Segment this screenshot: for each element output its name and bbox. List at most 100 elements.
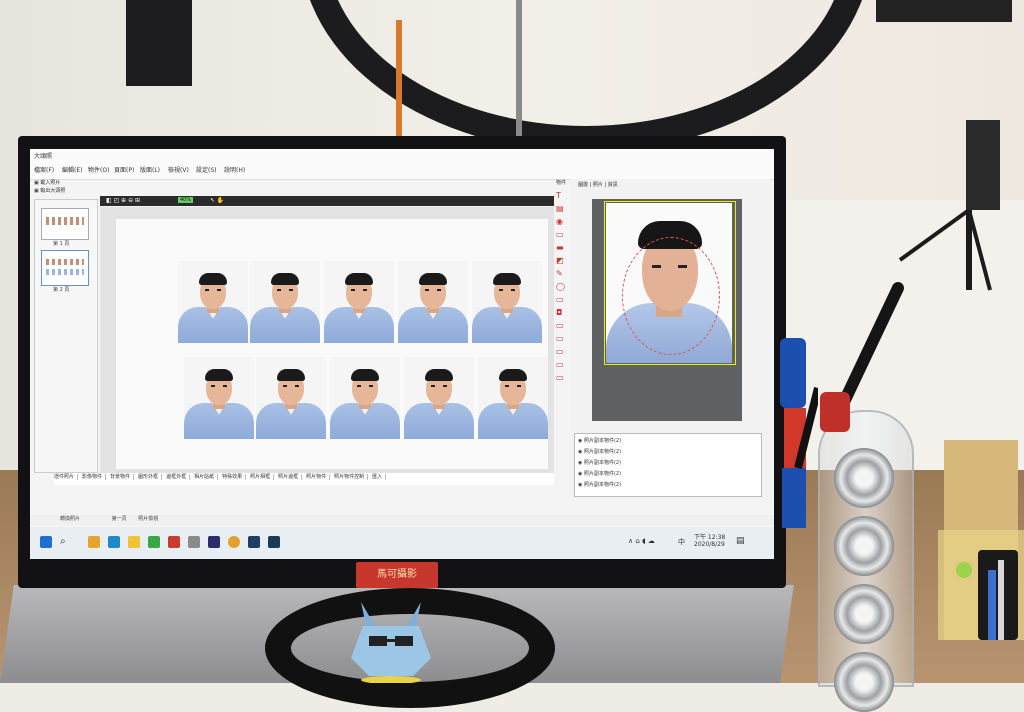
camera-lens-stand bbox=[820, 282, 904, 432]
layer-item[interactable]: ◉ 照片副本物件(2) bbox=[578, 459, 758, 470]
menu-page[interactable]: 頁面(P) bbox=[114, 165, 134, 174]
after-effects-icon[interactable] bbox=[208, 536, 220, 548]
bottom-tab[interactable]: 照片物件控制 bbox=[334, 474, 369, 480]
bottom-tab[interactable]: 照片邊框 bbox=[278, 474, 303, 480]
menu-file[interactable]: 檔案(F) bbox=[34, 165, 54, 174]
print-page[interactable] bbox=[116, 219, 548, 469]
passport-photo[interactable] bbox=[250, 261, 320, 343]
layer-item[interactable]: ◉ 照片副本物件(2) bbox=[578, 470, 758, 481]
bottom-tab[interactable]: 邊框外框 bbox=[166, 474, 191, 480]
ime-indicator[interactable]: 中 bbox=[678, 537, 685, 547]
edge-icon[interactable] bbox=[108, 536, 120, 548]
photoshop-icon[interactable] bbox=[248, 536, 260, 548]
hair bbox=[499, 369, 527, 381]
notification-icon[interactable]: ▤ bbox=[736, 536, 745, 546]
eye bbox=[211, 385, 215, 387]
eye bbox=[425, 289, 429, 291]
eye bbox=[369, 385, 373, 387]
menu-help[interactable]: 說明(H) bbox=[224, 165, 245, 174]
page-label-1: 第 1 頁 bbox=[53, 241, 70, 247]
eye bbox=[277, 289, 281, 291]
passport-photo[interactable] bbox=[404, 357, 474, 439]
bottom-tab[interactable]: 圖形外框 bbox=[138, 474, 163, 480]
export-photo-button[interactable]: ▣ 輸出大頭照 bbox=[34, 187, 65, 194]
eye bbox=[357, 385, 361, 387]
hair bbox=[493, 273, 521, 285]
eye bbox=[499, 289, 503, 291]
menu-view[interactable]: 檢視(V) bbox=[168, 165, 189, 174]
layer-label: 照片副本物件(2) bbox=[583, 438, 622, 444]
status-first-page[interactable]: 第一頁 bbox=[112, 516, 127, 522]
clock-date[interactable]: 2020/8/29 bbox=[694, 541, 725, 548]
start-icon[interactable] bbox=[40, 536, 52, 548]
lightroom-icon[interactable] bbox=[268, 536, 280, 548]
hair bbox=[419, 273, 447, 285]
load-photo-button[interactable]: ▣ 載入照片 bbox=[34, 179, 60, 186]
speaker-driver-3 bbox=[834, 584, 894, 644]
page-thumbnail-2[interactable] bbox=[41, 250, 89, 286]
passport-photo[interactable] bbox=[478, 357, 548, 439]
tray-icons[interactable]: ∧ ⌂ ◖ ☁ bbox=[628, 537, 655, 545]
hair bbox=[205, 369, 233, 381]
passport-photo[interactable] bbox=[472, 261, 542, 343]
eye bbox=[443, 385, 447, 387]
status-photo-view[interactable]: 照片檢視 bbox=[138, 516, 158, 522]
bottom-tab[interactable]: 相片貼紙 bbox=[194, 474, 219, 480]
menu-edit[interactable]: 編輯(E) bbox=[62, 165, 82, 174]
layer-label: 照片副本物件(2) bbox=[583, 471, 622, 477]
menu-object[interactable]: 物件(O) bbox=[88, 165, 109, 174]
page-thumbnail-1[interactable] bbox=[41, 208, 89, 240]
tab-photo[interactable]: 照片 bbox=[593, 182, 603, 188]
eye bbox=[511, 289, 515, 291]
clock-time[interactable]: 下午 12:38 bbox=[694, 532, 725, 541]
app-gray-icon[interactable] bbox=[188, 536, 200, 548]
bottom-tab[interactable]: 匯入 bbox=[372, 474, 387, 480]
folder-taskbar-icon[interactable] bbox=[128, 536, 140, 548]
bottom-tab[interactable]: 照片物件 bbox=[306, 474, 331, 480]
pointer-icon[interactable]: ↖ ✋ bbox=[210, 197, 224, 204]
passport-photo[interactable] bbox=[256, 357, 326, 439]
passport-photo[interactable] bbox=[184, 357, 254, 439]
tool-palette[interactable]: T ▤ ◉ ▭ ▬ ◩ ✎ ◯ ▭ ◘ ▭ ▭ ▭ ▭ ▭ bbox=[556, 189, 568, 399]
menu-settings[interactable]: 設定(S) bbox=[196, 165, 217, 174]
eye bbox=[517, 385, 521, 387]
speaker-driver-1 bbox=[834, 448, 894, 508]
status-convert[interactable]: 轉換照片 bbox=[60, 516, 80, 522]
bottom-tab[interactable]: 特殊效果 bbox=[222, 474, 247, 480]
passport-photo[interactable] bbox=[324, 261, 394, 343]
layer-item[interactable]: ◉ 照片副本物件(2) bbox=[578, 437, 758, 448]
eye bbox=[351, 289, 355, 291]
bottom-tab[interactable]: 照片相框 bbox=[250, 474, 275, 480]
tab-layers[interactable]: 圖層 bbox=[578, 182, 588, 188]
passport-photo[interactable] bbox=[398, 261, 468, 343]
search-icon[interactable]: ⌕ bbox=[60, 536, 72, 548]
hair bbox=[425, 369, 453, 381]
eye bbox=[437, 289, 441, 291]
windows-taskbar: ⌕ ∧ ⌂ ◖ ☁ 中 下午 12:38 2020/8/29 ▤ bbox=[30, 527, 774, 559]
menu-layout[interactable]: 版面(L) bbox=[140, 165, 160, 174]
tab-info[interactable]: 資訊 bbox=[608, 182, 618, 188]
back-monitor bbox=[126, 0, 192, 86]
app-title: 大頭照 bbox=[34, 153, 53, 160]
layer-label: 照片副本物件(2) bbox=[583, 482, 622, 488]
photo-app-icon[interactable] bbox=[168, 536, 180, 548]
softbox bbox=[876, 0, 1012, 22]
app-green-icon[interactable] bbox=[148, 536, 160, 548]
bottom-tab[interactable]: 影像物件 bbox=[82, 474, 107, 480]
zoom-level[interactable]: 40% bbox=[178, 197, 194, 203]
bottom-tab[interactable]: 證件照片 bbox=[54, 474, 79, 480]
crop-frame[interactable] bbox=[604, 201, 736, 365]
layer-item[interactable]: ◉ 照片副本物件(2) bbox=[578, 481, 758, 492]
passport-photo[interactable] bbox=[330, 357, 400, 439]
bulldog-figurine bbox=[351, 602, 431, 683]
layer-item[interactable]: ◉ 照片副本物件(2) bbox=[578, 448, 758, 459]
bottom-tab[interactable]: 背景物件 bbox=[110, 474, 135, 480]
tool-icons[interactable]: ◧ ◰ ⊕ ⊖ ⊞ bbox=[106, 197, 140, 204]
passport-photo[interactable] bbox=[178, 261, 248, 343]
eye bbox=[431, 385, 435, 387]
app-menubar: 大頭照 檔案(F) 編輯(E) 物件(O) 頁面(P) 版面(L) 檢視(V) … bbox=[30, 149, 774, 180]
hair bbox=[351, 369, 379, 381]
app-orange-icon[interactable] bbox=[228, 536, 240, 548]
eye bbox=[223, 385, 227, 387]
chrome-icon[interactable] bbox=[88, 536, 100, 548]
